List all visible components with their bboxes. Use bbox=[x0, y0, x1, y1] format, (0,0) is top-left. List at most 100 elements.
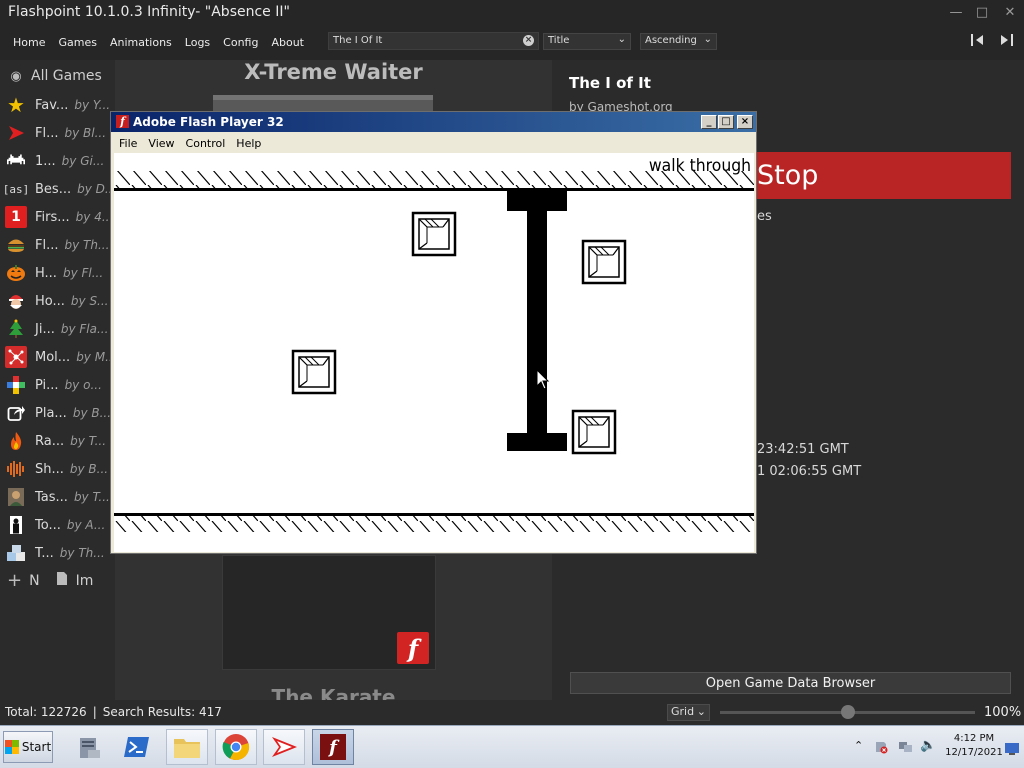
flash-menu-help[interactable]: Help bbox=[236, 137, 261, 150]
close-icon[interactable]: × bbox=[737, 115, 753, 129]
playlist-item[interactable]: 1 Firs... by 4... bbox=[0, 203, 115, 231]
walk-through-link[interactable]: walk through bbox=[649, 156, 751, 176]
file-explorer-icon[interactable] bbox=[166, 729, 208, 765]
i-beam-player bbox=[507, 190, 567, 451]
playlist-item[interactable]: Fl... by Th... bbox=[0, 231, 115, 259]
open-game-data-browser-label: Open Game Data Browser bbox=[705, 675, 876, 691]
window-titlebar: Flashpoint 10.1.0.3 Infinity- "Absence I… bbox=[0, 0, 1024, 24]
flash-game-stage[interactable]: walk through bbox=[114, 153, 754, 552]
nav-about[interactable]: About bbox=[271, 36, 304, 49]
playlist-name: Firs... bbox=[35, 209, 70, 225]
playlist-item[interactable]: Ra... by T... bbox=[0, 427, 115, 455]
minimize-icon[interactable]: — bbox=[942, 0, 970, 24]
next-game-card-title[interactable]: The Karate bbox=[115, 685, 552, 700]
flash-menu-control[interactable]: Control bbox=[186, 137, 226, 150]
collapse-right-sidebar-icon[interactable] bbox=[995, 30, 1017, 50]
new-playlist-label[interactable]: N bbox=[29, 573, 39, 589]
playlist-item[interactable]: ★ Fav... by Y... bbox=[0, 91, 115, 119]
nav-config[interactable]: Config bbox=[223, 36, 258, 49]
minimize-icon[interactable]: _ bbox=[701, 115, 717, 129]
sort-field-select[interactable]: Title ⌄ bbox=[543, 33, 631, 50]
flash-menu-view[interactable]: View bbox=[148, 137, 174, 150]
flame-icon bbox=[5, 430, 27, 452]
playlist-item[interactable]: Mol... by M... bbox=[0, 343, 115, 371]
nav-home[interactable]: Home bbox=[13, 36, 45, 49]
date-modified-fragment: 1 02:06:55 GMT bbox=[757, 464, 862, 479]
playlist-item[interactable]: To... by A... bbox=[0, 511, 115, 539]
flash-logo-icon: f bbox=[397, 632, 429, 664]
chevron-down-icon: ⌄ bbox=[703, 34, 712, 45]
playlist-item[interactable]: Sh... by B... bbox=[0, 455, 115, 483]
sort-order-select[interactable]: Ascending ⌄ bbox=[640, 33, 717, 50]
soundwave-icon bbox=[5, 458, 27, 480]
molecule-icon bbox=[5, 346, 27, 368]
nav-logs[interactable]: Logs bbox=[185, 36, 210, 49]
playlist-item[interactable]: Fl... by Bl... bbox=[0, 119, 115, 147]
flash-window-titlebar[interactable]: f Adobe Flash Player 32 bbox=[111, 112, 756, 132]
playlist-item[interactable]: H... by Fl... bbox=[0, 259, 115, 287]
playlist-item[interactable]: Tas... by T... bbox=[0, 483, 115, 511]
zoom-slider-thumb[interactable] bbox=[840, 705, 855, 719]
zoom-level: 100% bbox=[984, 705, 1022, 720]
clock-date: 12/17/2021 bbox=[945, 747, 1003, 758]
sort-field-value: Title bbox=[548, 35, 570, 46]
star-icon: ★ bbox=[7, 93, 25, 117]
playlist-name: Fl... bbox=[35, 237, 59, 253]
flashpoint-launcher-icon[interactable] bbox=[263, 729, 305, 765]
nav-animations[interactable]: Animations bbox=[110, 36, 172, 49]
volume-icon[interactable]: 🔈 bbox=[920, 738, 936, 753]
playlist-item[interactable]: [as] Bes... by D... bbox=[0, 175, 115, 203]
window-title: Flashpoint 10.1.0.3 Infinity- "Absence I… bbox=[8, 4, 290, 20]
nav-games[interactable]: Games bbox=[58, 36, 96, 49]
playlist-author: by S... bbox=[70, 294, 109, 308]
chrome-icon[interactable] bbox=[215, 729, 257, 765]
maximize-icon[interactable]: □ bbox=[968, 0, 996, 24]
close-icon[interactable]: ✕ bbox=[996, 0, 1024, 24]
maximize-icon[interactable]: □ bbox=[718, 115, 734, 129]
playlist-item[interactable]: T... by Th... bbox=[0, 539, 115, 567]
server-manager-icon[interactable] bbox=[68, 729, 110, 765]
playlist-name: Ho... bbox=[35, 293, 65, 309]
playlist-item[interactable]: Ji... by Fla... bbox=[0, 315, 115, 343]
playlist-author: by Th... bbox=[64, 238, 110, 252]
playlist-author: by Fl... bbox=[62, 266, 104, 280]
powershell-icon[interactable] bbox=[116, 729, 158, 765]
stop-button-label: Stop bbox=[757, 160, 819, 191]
pumpkin-icon bbox=[5, 262, 27, 284]
all-games-item[interactable]: ◉ All Games bbox=[8, 68, 101, 84]
game-card-title[interactable]: X-Treme Waiter bbox=[115, 60, 552, 84]
flashpoint-arrow-icon bbox=[5, 122, 27, 144]
status-separator: | bbox=[92, 705, 97, 719]
game-scene bbox=[114, 171, 754, 532]
show-desktop-icon[interactable] bbox=[1005, 740, 1019, 759]
playlist-author: by T... bbox=[70, 434, 107, 448]
collapse-left-sidebar-icon[interactable] bbox=[967, 30, 989, 50]
playlist-item[interactable]: Pla... by B... bbox=[0, 399, 115, 427]
show-hidden-icons-icon[interactable]: ⌃ bbox=[854, 739, 863, 752]
playlist-item[interactable]: Pi... by o... bbox=[0, 371, 115, 399]
playlist-item[interactable]: 1... by Gi... bbox=[0, 147, 115, 175]
view-mode-select[interactable]: Grid ⌄ bbox=[667, 704, 710, 721]
start-button[interactable]: Start bbox=[3, 731, 53, 763]
crate bbox=[571, 409, 617, 455]
chevron-down-icon: ⌄ bbox=[696, 705, 706, 718]
system-clock[interactable]: 4:12 PM 12/17/2021 bbox=[935, 732, 1013, 760]
network-icon[interactable] bbox=[898, 739, 914, 758]
flash-menu-file[interactable]: File bbox=[119, 137, 137, 150]
plus-icon[interactable]: + bbox=[7, 570, 22, 591]
playlist-name: Pi... bbox=[35, 377, 59, 393]
playlist-author: by Th... bbox=[59, 546, 105, 560]
chevron-down-icon: ⌄ bbox=[617, 34, 626, 45]
search-input[interactable]: The I Of It × bbox=[328, 32, 539, 50]
sort-order-value: Ascending bbox=[645, 35, 697, 46]
import-playlist-label[interactable]: Im bbox=[76, 573, 94, 589]
open-game-data-browser-button[interactable]: Open Game Data Browser bbox=[570, 672, 1011, 694]
christmas-tree-icon bbox=[5, 318, 27, 340]
flash-player-taskbar-icon[interactable]: f bbox=[312, 729, 354, 765]
playlist-item[interactable]: Ho... by S... bbox=[0, 287, 115, 315]
file-icon[interactable] bbox=[56, 571, 68, 590]
clear-search-icon[interactable]: × bbox=[523, 35, 534, 46]
action-center-icon[interactable] bbox=[874, 739, 888, 758]
santa-icon bbox=[5, 290, 27, 312]
playlist-name: 1... bbox=[35, 153, 56, 169]
